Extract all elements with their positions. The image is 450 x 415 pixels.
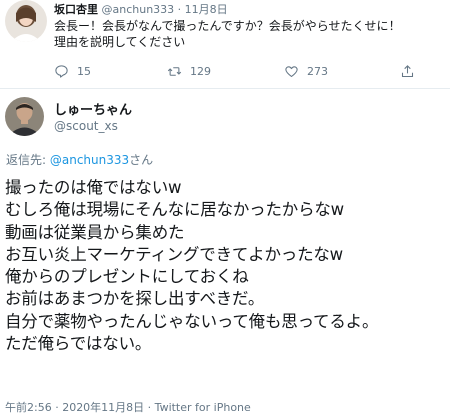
replying-to-link[interactable]: @anchun333 bbox=[50, 153, 129, 167]
tweet-line: お前はあまつかを探し出すべきだ。 bbox=[5, 289, 265, 309]
reply-text: 会長ー！会長がなんで撮ったんですか？会長がやらせたくせに！ 理由を説明してくださ… bbox=[54, 18, 442, 50]
main-author-avatar[interactable] bbox=[5, 97, 44, 136]
action-bar: 15 129 273 bbox=[54, 62, 439, 80]
tweet-line: 動画は従業員から集めた bbox=[5, 222, 185, 242]
reply-count: 15 bbox=[77, 64, 91, 78]
replying-suffix: さん bbox=[129, 153, 154, 167]
tweet-line: ただ俺らではない。 bbox=[5, 334, 152, 354]
reply-separator: · bbox=[177, 3, 182, 16]
share-icon bbox=[401, 64, 414, 77]
like-count: 273 bbox=[307, 64, 328, 78]
reply-tweet: 坂口杏里 @anchun333 · 11月8日 会長ー！会長がなんで撮ったんです… bbox=[0, 0, 450, 89]
retweet-icon bbox=[167, 66, 182, 76]
reply-icon bbox=[55, 64, 68, 78]
reply-author-name[interactable]: 坂口杏里 bbox=[54, 3, 98, 16]
reply-author-avatar[interactable] bbox=[5, 0, 47, 42]
retweet-count: 129 bbox=[190, 64, 211, 78]
heart-icon bbox=[285, 65, 298, 77]
tweet-line: 自分で薬物やったんじゃないって俺も思ってるよ。 bbox=[5, 311, 379, 331]
reply-button[interactable]: 15 bbox=[54, 62, 91, 80]
tweet-line: 撮ったのは俺ではないw bbox=[5, 178, 182, 197]
main-tweet-text: 撮ったのは俺ではないw むしろ俺は現場にそんなに居なかったからなw 動画は従業員… bbox=[5, 177, 445, 355]
tweet-line: 俺からのプレゼントにしておくね bbox=[5, 267, 249, 287]
tweet-timestamp[interactable]: 午前2:56 · 2020年11月8日 · Twitter for iPhone bbox=[5, 399, 251, 415]
retweet-button[interactable]: 129 bbox=[167, 62, 211, 80]
tweet-line: お互い炎上マーケティングできてよかったなw bbox=[5, 244, 343, 264]
share-button[interactable] bbox=[400, 62, 423, 80]
tweet-line: むしろ俺は現場にそんなに居なかったからなw bbox=[5, 200, 344, 220]
reply-text-line: 会長ー！会長がなんで撮ったんですか？会長がやらせたくせに！ bbox=[54, 19, 401, 33]
like-button[interactable]: 273 bbox=[284, 62, 328, 80]
reply-header: 坂口杏里 @anchun333 · 11月8日 bbox=[54, 1, 228, 17]
main-author-handle[interactable]: @scout_xs bbox=[54, 119, 118, 133]
replying-to: 返信先: @anchun333さん bbox=[6, 151, 153, 168]
reply-author-handle[interactable]: @anchun333 bbox=[102, 3, 175, 16]
replying-prefix: 返信先: bbox=[6, 153, 47, 167]
main-author-name[interactable]: しゅーちゃん bbox=[54, 99, 132, 118]
reply-text-line: 理由を説明してください bbox=[54, 35, 186, 49]
reply-date[interactable]: 11月8日 bbox=[185, 3, 228, 16]
